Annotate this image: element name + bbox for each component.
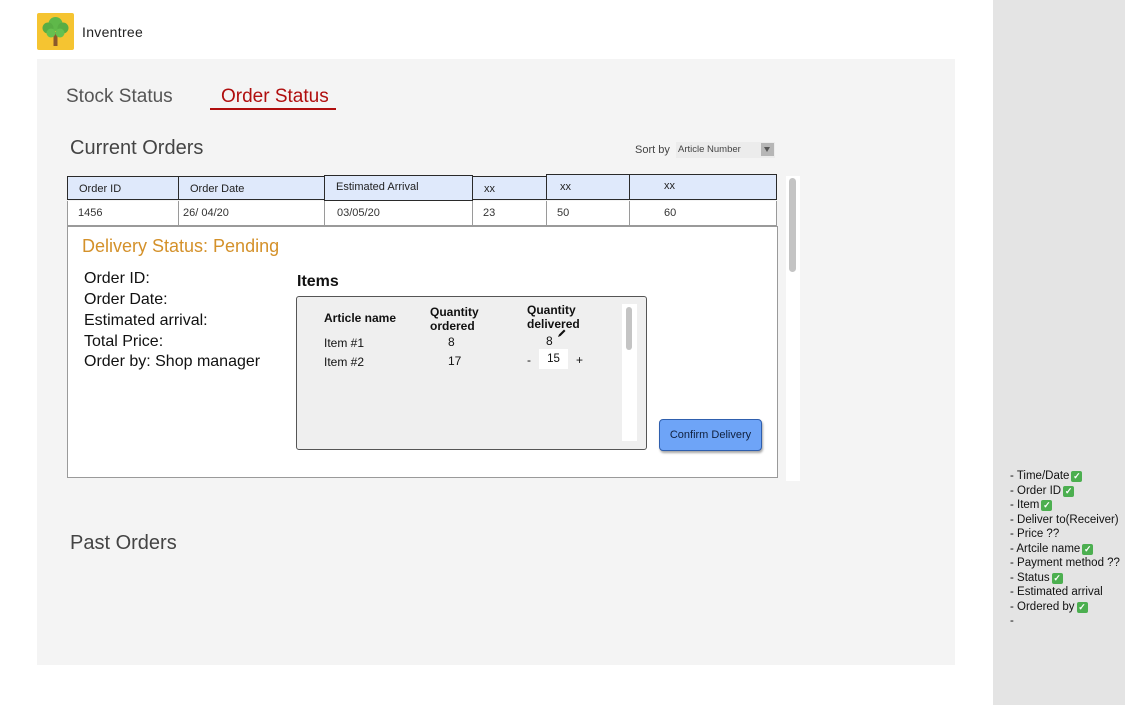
sort-dropdown[interactable]: Article Number — [676, 142, 775, 158]
column-header-xx-3[interactable]: xx — [629, 174, 777, 200]
tab-order-status[interactable]: Order Status — [221, 86, 329, 108]
note-item: - Ordered by ✓ — [1010, 600, 1088, 613]
quantity-stepper-input[interactable]: 15 — [539, 349, 568, 369]
column-header-xx-1[interactable]: xx — [472, 176, 547, 200]
item-2-ordered: 17 — [448, 354, 462, 368]
sort-selected-value: Article Number — [678, 144, 741, 155]
tab-stock-status[interactable]: Stock Status — [66, 86, 173, 108]
table-cell-xx-3[interactable]: 60 — [629, 201, 777, 226]
table-cell-xx-1[interactable]: 23 — [472, 201, 547, 226]
current-orders-title: Current Orders — [70, 137, 204, 159]
column-header-order-id[interactable]: Order ID — [67, 176, 179, 200]
note-item: - Item ✓ — [1010, 499, 1053, 511]
items-title: Items — [297, 273, 339, 290]
tree-icon — [42, 17, 69, 46]
note-item: - Deliver to(Receiver) — [1010, 513, 1119, 526]
note-item: - Time/Date ✓ — [1010, 470, 1083, 482]
checkmark-icon: ✓ — [1071, 471, 1083, 482]
table-cell-xx-2[interactable]: 50 — [546, 201, 630, 226]
info-order-by: Order by: Shop manager — [84, 353, 261, 370]
item-1-ordered: 8 — [448, 335, 455, 349]
past-orders-title: Past Orders — [70, 532, 177, 554]
table-cell-estimated-arrival[interactable]: 03/05/20 — [324, 201, 473, 226]
checkmark-icon: ✓ — [1063, 485, 1075, 497]
items-header-quantity-delivered: Quantity delivered — [527, 303, 580, 331]
note-item: - Estimated arrival — [1010, 586, 1103, 598]
note-item: - Status ✓ — [1010, 571, 1063, 584]
confirm-delivery-button[interactable]: Confirm Delivery — [659, 419, 762, 451]
quantity-increment-button[interactable]: + — [576, 353, 583, 367]
app-logo — [37, 13, 74, 50]
note-item: - Artcile name ✓ — [1010, 542, 1094, 555]
column-header-estimated-arrival[interactable]: Estimated Arrival — [324, 175, 473, 201]
sort-label: Sort by — [635, 144, 670, 156]
items-header-quantity-ordered: Quantity ordered — [430, 305, 479, 333]
checkmark-icon: ✓ — [1041, 500, 1053, 511]
orders-scrollbar-thumb[interactable] — [789, 178, 796, 272]
note-item: - Order ID ✓ — [1010, 484, 1075, 497]
checkmark-icon: ✓ — [1076, 601, 1088, 613]
items-scrollbar-thumb[interactable] — [626, 307, 632, 350]
info-order-date: Order Date: — [84, 291, 168, 308]
checkmark-icon: ✓ — [1051, 572, 1063, 584]
checkmark-icon: ✓ — [1082, 543, 1094, 555]
table-cell-order-id[interactable]: 1456 — [67, 201, 179, 226]
info-total-price: Total Price: — [84, 333, 164, 350]
delivery-status: Delivery Status: Pending — [82, 236, 280, 256]
item-1-name: Item #1 — [324, 336, 365, 350]
column-header-xx-2[interactable]: xx — [546, 174, 630, 200]
notes-list: - Time/Date ✓ - Order ID ✓ - Item ✓ - Deliv… — [1010, 469, 1120, 629]
chevron-down-icon[interactable] — [761, 143, 774, 156]
pencil-icon[interactable] — [556, 328, 567, 339]
info-order-id: Order ID: — [84, 270, 150, 287]
note-item: - — [1010, 615, 1014, 627]
app-title: Inventree — [82, 24, 144, 40]
active-tab-underline — [210, 108, 336, 110]
items-header-article-name: Article name — [324, 311, 397, 325]
note-item: - Price ?? — [1010, 528, 1060, 540]
note-item: - Payment method ?? — [1010, 557, 1120, 569]
item-2-name: Item #2 — [324, 355, 365, 369]
item-1-delivered: 8 — [546, 334, 553, 348]
quantity-decrement-button[interactable]: - — [527, 353, 531, 367]
info-estimated-arrival: Estimated arrival: — [84, 312, 208, 329]
column-header-order-date[interactable]: Order Date — [178, 176, 325, 200]
table-cell-order-date[interactable]: 26/ 04/20 — [178, 201, 325, 226]
